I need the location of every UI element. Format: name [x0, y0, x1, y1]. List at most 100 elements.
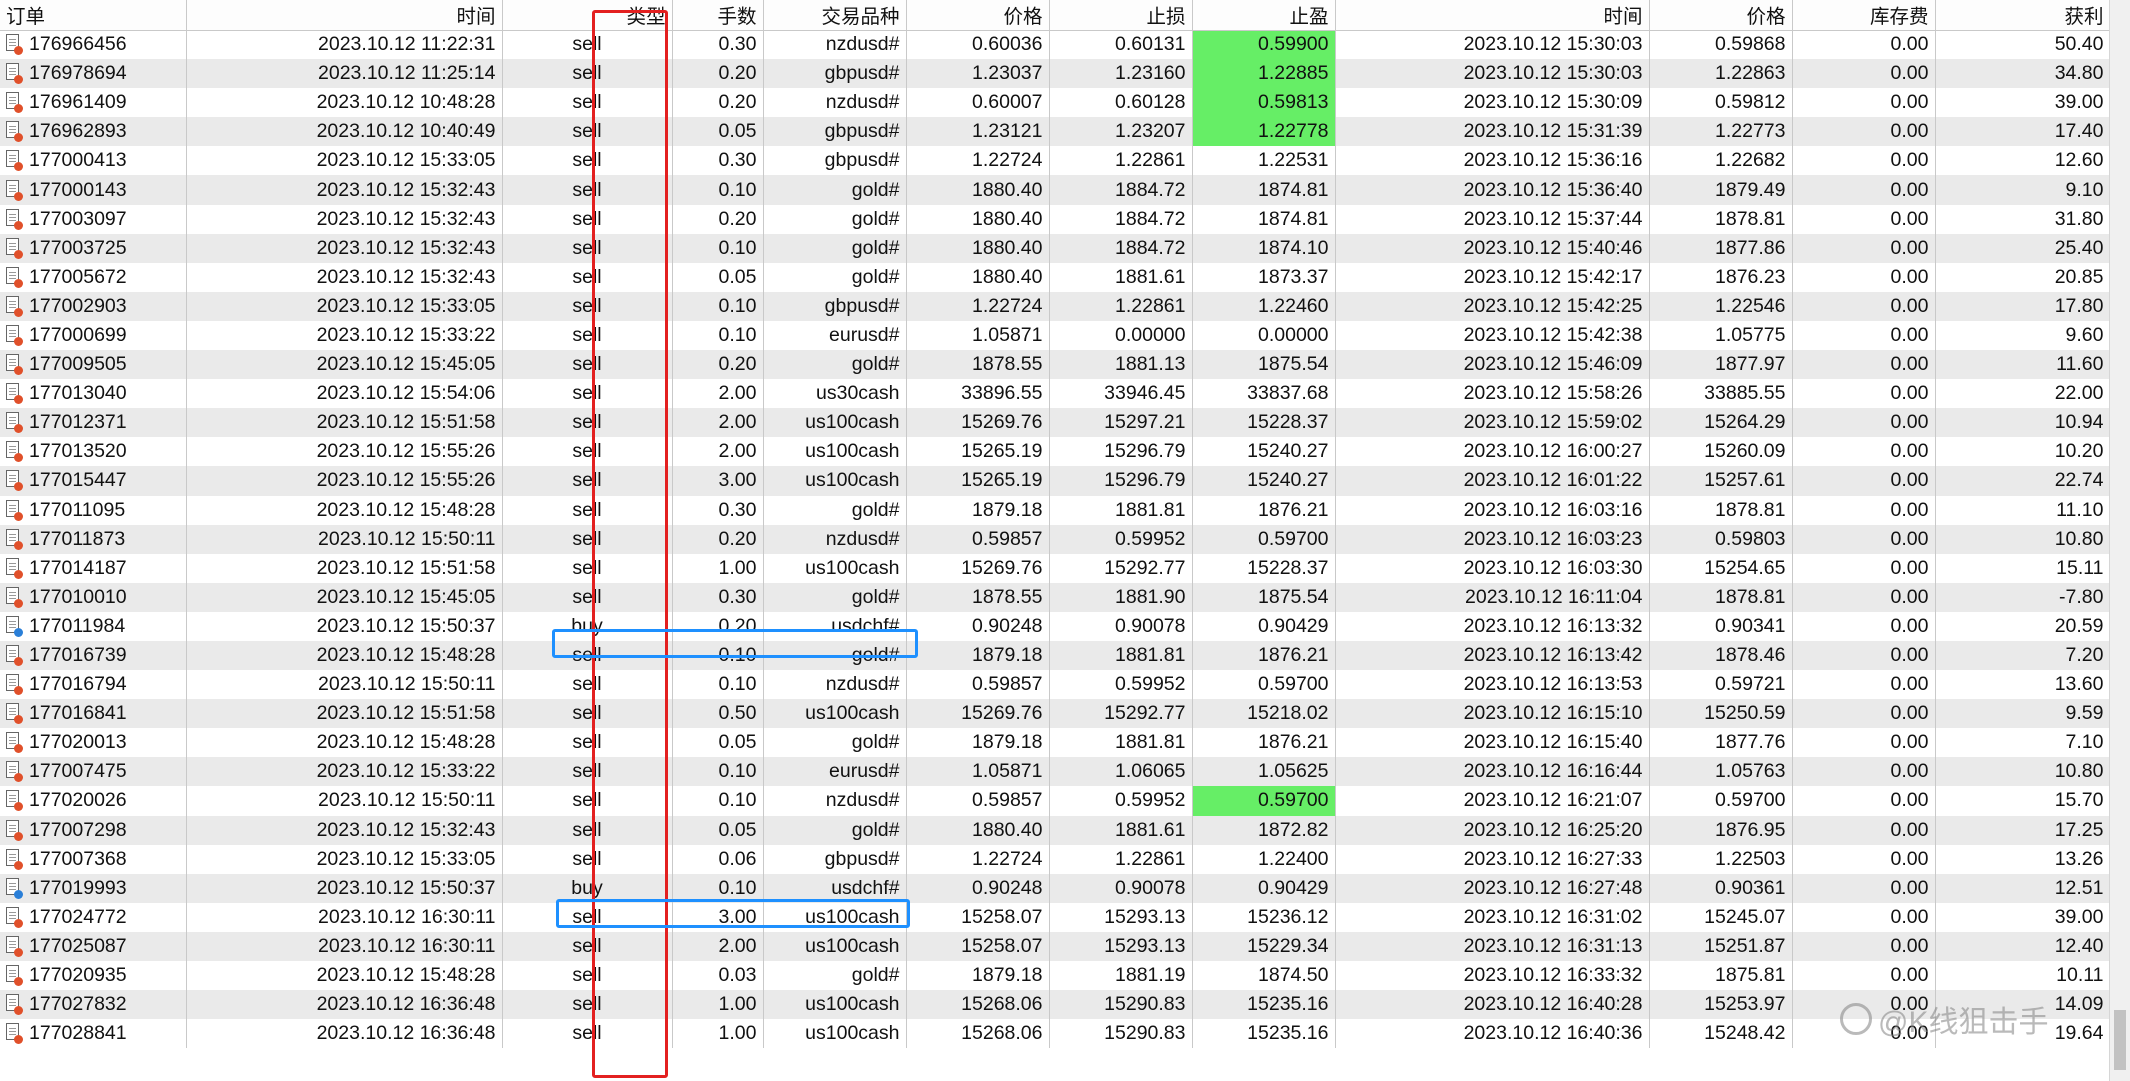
- order-cell-content: 177020935: [6, 964, 180, 987]
- cell-close-time: 2023.10.12 16:31:13: [1335, 931, 1650, 961]
- buy-deal-icon: [6, 615, 23, 637]
- table-row[interactable]: 176978694 2023.10.12 11:25:14 sell 0.20 gbpu…: [0, 59, 2110, 89]
- order-number: 176978694: [29, 62, 127, 85]
- cell-profit: 19.64: [1935, 1019, 2110, 1049]
- cell-swap: 0.00: [1792, 291, 1936, 321]
- table-row[interactable]: 177015447 2023.10.12 15:55:26 sell 3.00 us10…: [0, 466, 2110, 496]
- cell-close-time: 2023.10.12 15:31:39: [1335, 117, 1650, 147]
- cell-open-time: 2023.10.12 15:48:28: [186, 961, 503, 991]
- table-row[interactable]: 177000699 2023.10.12 15:33:22 sell 0.10 euru…: [0, 320, 2110, 351]
- order-cell-content: 177003097: [6, 208, 180, 231]
- vertical-scrollbar[interactable]: [2109, 0, 2130, 1081]
- table-row[interactable]: 177020013 2023.10.12 15:48:28 sell 0.05 gold…: [0, 728, 2110, 758]
- cell-swap: 0.00: [1792, 350, 1936, 380]
- table-row[interactable]: 177000413 2023.10.12 15:33:05 sell 0.30 gbpu…: [0, 146, 2110, 176]
- cell-symbol: gold#: [763, 728, 907, 758]
- cell-profit: 13.26: [1935, 844, 2110, 874]
- table-row[interactable]: 176966456 2023.10.12 11:22:31 sell 0.30 nzdu…: [0, 30, 2110, 60]
- cell-take-profit: 33837.68: [1192, 379, 1336, 409]
- table-row[interactable]: 177002903 2023.10.12 15:33:05 sell 0.10 gbpu…: [0, 291, 2110, 321]
- table-row[interactable]: 177000143 2023.10.12 15:32:43 sell 0.10 gold…: [0, 175, 2110, 205]
- cell-symbol: us100cash: [763, 466, 907, 496]
- table-row[interactable]: 177007298 2023.10.12 15:32:43 sell 0.05 gold…: [0, 815, 2110, 845]
- table-row[interactable]: 177013520 2023.10.12 15:55:26 sell 2.00 us10…: [0, 437, 2110, 467]
- cell-profit: 15.11: [1935, 553, 2110, 583]
- table-row[interactable]: 177016739 2023.10.12 15:48:28 sell 0.10 gold…: [0, 640, 2110, 671]
- cell-stop-loss: 0.60131: [1049, 30, 1193, 60]
- cell-lots: 0.30: [672, 495, 764, 525]
- table-row[interactable]: 177028841 2023.10.12 16:36:48 sell 1.00 us10…: [0, 1019, 2110, 1049]
- table-row[interactable]: 177011095 2023.10.12 15:48:28 sell 0.30 gold…: [0, 495, 2110, 525]
- order-number: 177003097: [29, 207, 127, 230]
- cell-symbol: gold#: [763, 350, 907, 380]
- order-number: 177009505: [29, 353, 127, 376]
- cell-swap: 0.00: [1792, 582, 1936, 612]
- table-row[interactable]: 176962893 2023.10.12 10:40:49 sell 0.05 gbpu…: [0, 117, 2110, 147]
- cell-take-profit: 1.22885: [1192, 59, 1336, 89]
- header-open-price-label: 价格: [1003, 6, 1043, 29]
- cell-order: 177007368: [0, 844, 187, 874]
- table-row[interactable]: 177014187 2023.10.12 15:51:58 sell 1.00 us10…: [0, 553, 2110, 583]
- cell-open-price: 1.23037: [906, 59, 1050, 89]
- header-symbol[interactable]: 交易品种: [763, 0, 907, 31]
- table-row[interactable]: 177005672 2023.10.12 15:32:43 sell 0.05 gold…: [0, 262, 2110, 292]
- table-row[interactable]: 177027832 2023.10.12 16:36:48 sell 1.00 us10…: [0, 990, 2110, 1020]
- table-row[interactable]: 177019993 2023.10.12 15:50:37 buy 0.10 usdch…: [0, 873, 2110, 903]
- cell-swap: 0.00: [1792, 815, 1936, 845]
- cell-open-price: 1.05871: [906, 757, 1050, 787]
- header-order[interactable]: 订单: [0, 0, 187, 31]
- table-row[interactable]: 177016841 2023.10.12 15:51:58 sell 0.50 us10…: [0, 699, 2110, 729]
- cell-profit: 17.40: [1935, 117, 2110, 147]
- order-number: 177016739: [29, 644, 127, 667]
- table-row[interactable]: 177016794 2023.10.12 15:50:11 sell 0.10 nzdu…: [0, 670, 2110, 700]
- cell-symbol: gold#: [763, 262, 907, 292]
- table-row[interactable]: 177011873 2023.10.12 15:50:11 sell 0.20 nzdu…: [0, 524, 2110, 554]
- cell-swap: 0.00: [1792, 931, 1936, 961]
- order-number: 177020026: [29, 789, 127, 812]
- cell-swap: 0.00: [1792, 175, 1936, 205]
- header-swap[interactable]: 库存费: [1792, 0, 1936, 31]
- cell-swap: 0.00: [1792, 466, 1936, 496]
- cell-close-time: 2023.10.12 16:15:40: [1335, 728, 1650, 758]
- table-row[interactable]: 177020026 2023.10.12 15:50:11 sell 0.10 nzdu…: [0, 786, 2110, 816]
- cell-order: 177013040: [0, 379, 187, 409]
- cell-profit: 13.60: [1935, 670, 2110, 700]
- cell-open-price: 1.05871: [906, 320, 1050, 351]
- table-row[interactable]: 177025087 2023.10.12 16:30:11 sell 2.00 us10…: [0, 931, 2110, 961]
- header-profit[interactable]: 获利: [1935, 0, 2110, 31]
- table-row[interactable]: 177003097 2023.10.12 15:32:43 sell 0.20 gold…: [0, 204, 2110, 234]
- table-row[interactable]: 177003725 2023.10.12 15:32:43 sell 0.10 gold…: [0, 233, 2110, 263]
- header-close-price[interactable]: 价格: [1649, 0, 1793, 31]
- table-row[interactable]: 177024772 2023.10.12 16:30:11 sell 3.00 us10…: [0, 902, 2110, 932]
- table-row[interactable]: 177007368 2023.10.12 15:33:05 sell 0.06 gbpu…: [0, 844, 2110, 874]
- table-row[interactable]: 177013040 2023.10.12 15:54:06 sell 2.00 us30…: [0, 379, 2110, 409]
- order-number: 177000413: [29, 149, 127, 172]
- header-take-profit-label: 止盈: [1289, 6, 1329, 29]
- table-row[interactable]: 177011984 2023.10.12 15:50:37 buy 0.20 usdch…: [0, 611, 2110, 641]
- sell-deal-icon: [6, 1023, 23, 1045]
- sell-deal-icon: [6, 92, 23, 114]
- cell-stop-loss: 1881.19: [1049, 961, 1193, 991]
- sell-deal-icon: [6, 819, 23, 841]
- cell-open-time: 2023.10.12 10:40:49: [186, 117, 503, 147]
- table-row[interactable]: 177007475 2023.10.12 15:33:22 sell 0.10 euru…: [0, 757, 2110, 787]
- table-row[interactable]: 177009505 2023.10.12 15:45:05 sell 0.20 gold…: [0, 350, 2110, 380]
- order-cell-content: 177015447: [6, 469, 180, 492]
- header-close-time[interactable]: 时间 ▴: [1335, 0, 1650, 31]
- cell-open-price: 0.59857: [906, 524, 1050, 554]
- table-row[interactable]: 177020935 2023.10.12 15:48:28 sell 0.03 gold…: [0, 961, 2110, 991]
- header-open-time[interactable]: 时间: [186, 0, 503, 31]
- order-number: 177028841: [29, 1022, 127, 1045]
- header-lots[interactable]: 手数: [672, 0, 764, 31]
- header-stop-loss[interactable]: 止损: [1049, 0, 1193, 31]
- cell-take-profit: 1874.50: [1192, 961, 1336, 991]
- scrollbar-thumb[interactable]: [2114, 1010, 2126, 1070]
- table-row[interactable]: 177010010 2023.10.12 15:45:05 sell 0.30 gold…: [0, 582, 2110, 612]
- table-row[interactable]: 177012371 2023.10.12 15:51:58 sell 2.00 us10…: [0, 408, 2110, 438]
- table-row[interactable]: 176961409 2023.10.12 10:48:28 sell 0.20 nzdu…: [0, 88, 2110, 118]
- cell-close-price: 1877.86: [1649, 233, 1793, 263]
- cell-swap: 0.00: [1792, 117, 1936, 147]
- header-take-profit[interactable]: 止盈: [1192, 0, 1336, 31]
- header-open-price[interactable]: 价格: [906, 0, 1050, 31]
- cell-open-time: 2023.10.12 15:45:05: [186, 350, 503, 380]
